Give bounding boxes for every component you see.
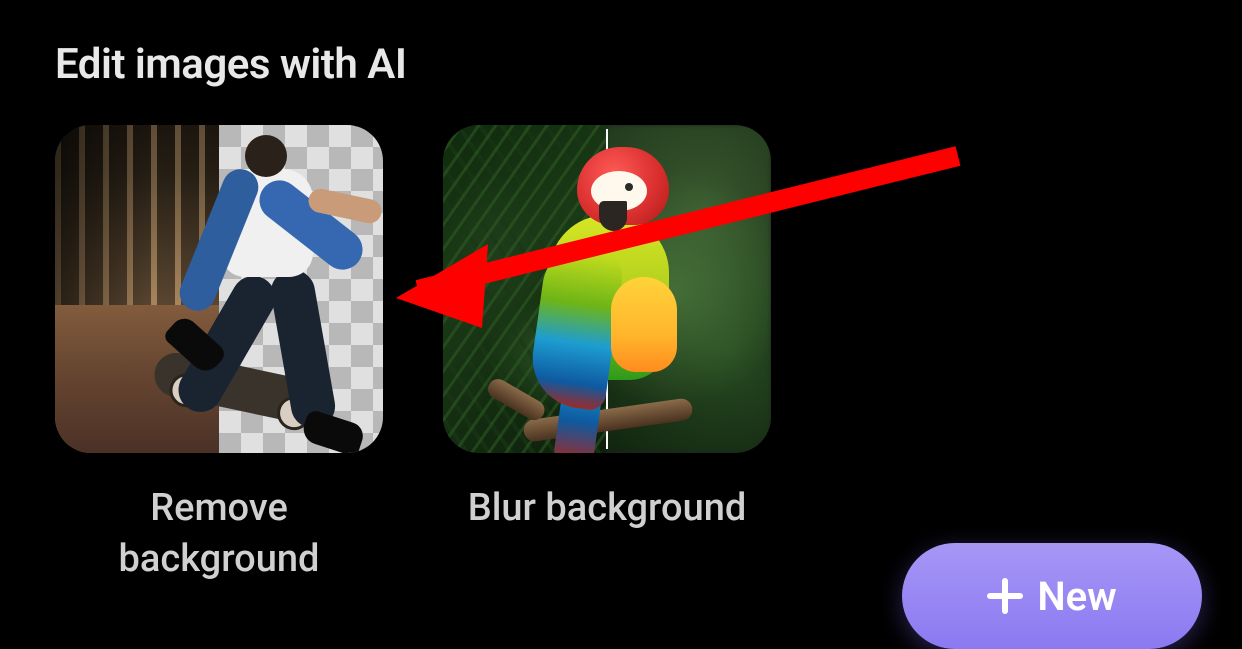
remove-background-thumbnail <box>55 125 383 453</box>
blur-background-card[interactable]: Blur background <box>443 125 771 586</box>
blur-background-thumbnail <box>443 125 771 453</box>
remove-background-label: Remove background <box>69 483 369 586</box>
section-title: Edit images with AI <box>55 40 1187 89</box>
new-button[interactable]: New <box>902 543 1202 649</box>
new-button-label: New <box>1037 573 1116 620</box>
remove-background-card[interactable]: Remove background <box>55 125 383 586</box>
plus-icon <box>987 578 1023 614</box>
blur-background-label: Blur background <box>468 483 747 534</box>
ai-edit-cards-row: Remove background Blur back <box>55 125 1187 586</box>
